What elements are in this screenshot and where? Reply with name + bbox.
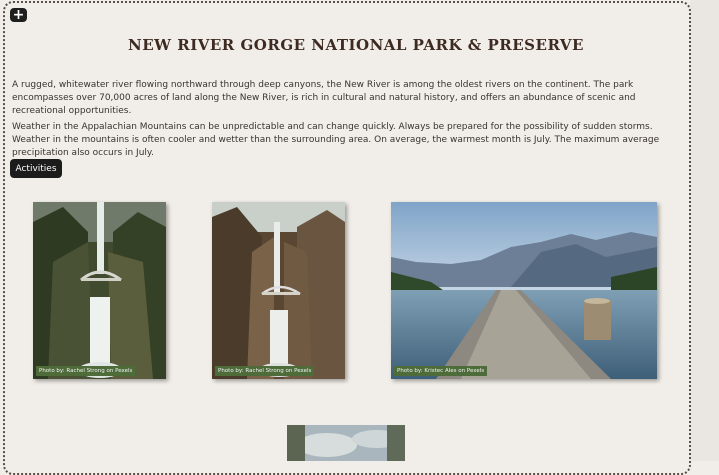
- add-icon[interactable]: +: [10, 8, 27, 22]
- waterfall-photo-1: Photo by: Rachel Strong on Pexels: [33, 202, 166, 379]
- photo-credit: Photo by: Rachel Strong on Pexels: [36, 366, 136, 376]
- photo-credit: Photo by: Kristec Ales on Pexels: [394, 366, 488, 376]
- photo-credit: Photo by: Rachel Strong on Pexels: [215, 366, 315, 376]
- scrollbar-track[interactable]: [690, 0, 719, 461]
- lake-photo: Photo by: Kristec Ales on Pexels: [391, 202, 657, 379]
- activities-button[interactable]: Activities: [10, 159, 62, 178]
- page-title: New River Gorge National Park & Preserve: [128, 36, 584, 54]
- waterfall-photo-2: Photo by: Rachel Strong on Pexels: [212, 202, 345, 379]
- intro-paragraph: A rugged, whitewater river flowing north…: [12, 80, 636, 116]
- sky-photo: [287, 425, 405, 461]
- weather-paragraph: Weather in the Appalachian Mountains can…: [12, 122, 660, 158]
